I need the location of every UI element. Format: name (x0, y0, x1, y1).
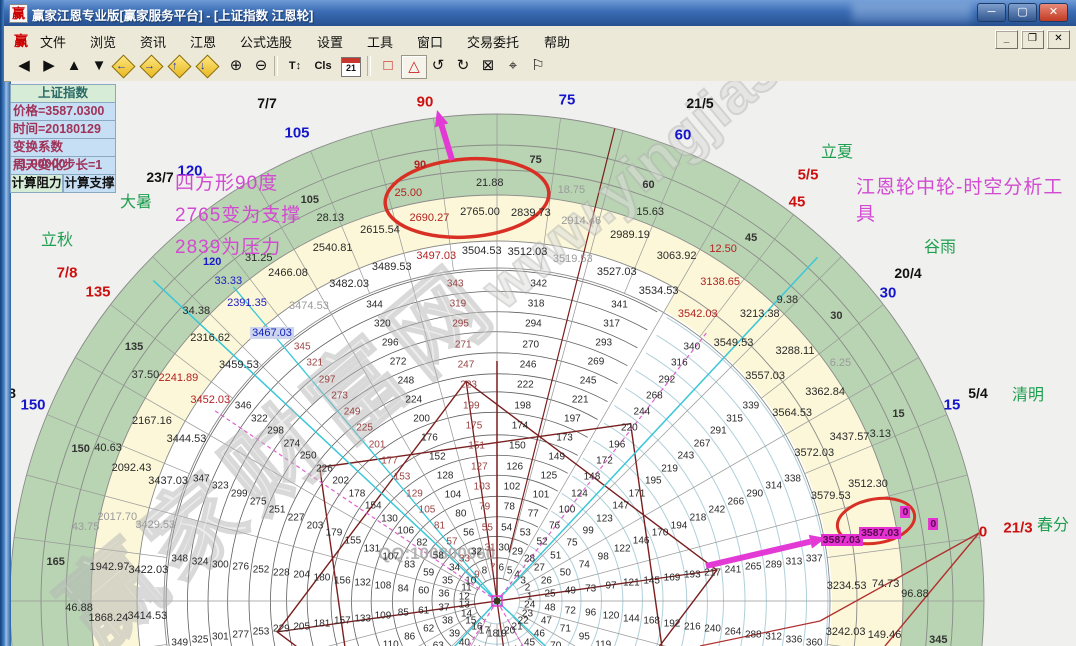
time-field[interactable]: 时间=20180129 (10, 121, 116, 139)
tool-title: 江恩轮中轮-时空分析工具 (856, 172, 1076, 226)
app-icon: 赢 (9, 4, 28, 23)
rotate-ccw-button[interactable]: ↺ (426, 55, 450, 77)
wheel-outside-label: 15 (944, 397, 961, 414)
wheel-outside-label: 75 (559, 92, 576, 109)
back-button[interactable]: ◀ (12, 55, 36, 77)
blurred-region (852, 2, 972, 22)
solar-term-label: 大暑 (120, 188, 152, 212)
annotation-line-3: 2839为压力 (175, 232, 281, 259)
diamond-down-button[interactable]: ↓ (195, 54, 219, 78)
menu-item-9[interactable]: 帮助 (544, 32, 570, 51)
title-bar: 赢 赢家江恩专业版[赢家服务平台] - [上证指数 江恩轮] ─▢✕ (4, 0, 1076, 27)
gann-wheel-chart: 赢家财富网www.yingjia360.com QQ:100800960 123… (11, 81, 1076, 646)
panel-header: 上证指数 (10, 84, 116, 103)
toolbar: ◀▶▲▼←→↑↓⊕⊖ T↕Cls 21 □△↺↻⊠⌖⚐ (4, 52, 1076, 82)
calendar-button[interactable]: 21 (341, 57, 361, 77)
menu-bar: 赢 文件 浏览 资讯 江恩 公式选股 设置 工具 窗口 交易委托 帮助 _❐✕ (4, 26, 1076, 53)
wheel-outside-label: 7/7 (257, 95, 276, 111)
cls-button[interactable]: Cls (311, 55, 335, 77)
square-tool-button[interactable]: □ (376, 55, 400, 77)
coefficient-field[interactable]: 变换系数=1.00000 (10, 139, 116, 157)
wheel-outside-label: 90 (417, 94, 434, 111)
boxed-x-button[interactable]: ⊠ (476, 55, 500, 77)
window-title: 赢家江恩专业版[赢家服务平台] - [上证指数 江恩轮] (32, 5, 313, 24)
solar-term-label: 小满 (684, 81, 716, 84)
mdi-restore-button[interactable]: ❐ (1021, 30, 1044, 49)
menu-item-8[interactable]: 交易委托 (467, 32, 519, 51)
wheel-outside-label: 8 (11, 385, 16, 401)
mdi-minimize-button[interactable]: _ (995, 30, 1018, 49)
menu-item-2[interactable]: 资讯 (140, 32, 166, 51)
diamond-up-button[interactable]: ↑ (167, 54, 191, 78)
wheel-outside-label: 105 (284, 125, 309, 142)
rotate-cw-button[interactable]: ↻ (451, 55, 475, 77)
solar-term-label: 立夏 (821, 138, 853, 162)
solar-term-label: 立秋 (41, 226, 73, 250)
step-field[interactable]: 周天变化步长=1 (10, 157, 116, 175)
calc-resistance-button[interactable]: 计算阻力 (10, 175, 63, 193)
target-button[interactable]: ⌖ (501, 55, 525, 77)
diamond-left-button[interactable]: ← (111, 54, 135, 78)
wheel-outside-label: 0 (979, 524, 987, 541)
wheel-outside-label: 150 (20, 397, 45, 414)
wheel-outside-label: 23/7 (146, 169, 173, 185)
menu-item-3[interactable]: 江恩 (190, 32, 216, 51)
app-window: 赢 赢家江恩专业版[赢家服务平台] - [上证指数 江恩轮] ─▢✕ 赢 文件浏… (0, 0, 1076, 646)
zoom-out-button[interactable]: ⊖ (249, 55, 273, 77)
mdi-controls: _❐✕ (995, 30, 1070, 49)
wheel-outside-label: 5/5 (798, 167, 819, 184)
pointer-down-button[interactable]: ▼ (87, 55, 111, 77)
index-info-panel: 上证指数 价格=3587.0300 时间=20180129 变换系数=1.000… (10, 84, 116, 193)
solar-term-label: 谷雨 (924, 233, 956, 257)
flag-button[interactable]: ⚐ (526, 55, 550, 77)
wheel-outside-label: 20/4 (894, 265, 921, 281)
t-scale-button[interactable]: T↕ (283, 55, 307, 77)
solar-term-label: 清明 (1012, 381, 1044, 405)
wheel-outside-label: 135 (85, 284, 110, 301)
wheel-outside-label: 45 (789, 194, 806, 211)
toolbar-separator (367, 56, 371, 76)
menu-item-6[interactable]: 工具 (367, 32, 393, 51)
qq-watermark: QQ:100800960 (378, 544, 495, 564)
calc-support-button[interactable]: 计算支撑 (63, 175, 116, 193)
wheel-outside-label: 21/3 (1003, 520, 1032, 537)
triangle-tool-button[interactable]: △ (401, 55, 427, 79)
solar-term-label: 春分 (1037, 511, 1069, 535)
forward-button[interactable]: ▶ (37, 55, 61, 77)
wheel-outside-label: 60 (675, 127, 692, 144)
annotation-line-2: 2765变为支撑 (175, 200, 301, 227)
wheel-outside-label: 21/5 (686, 95, 713, 111)
minimize-button[interactable]: ─ (977, 3, 1006, 22)
gann-wheel-graphic (11, 81, 1076, 646)
pointer-up-button[interactable]: ▲ (62, 55, 86, 77)
annotation-line-1: 四方形90度 (175, 168, 278, 195)
window-controls: ─▢✕ (977, 3, 1068, 22)
toolbar-separator (274, 56, 278, 76)
close-button[interactable]: ✕ (1039, 3, 1068, 22)
wheel-outside-label: 7/8 (57, 265, 78, 282)
price-field[interactable]: 价格=3587.0300 (10, 103, 116, 121)
menu-logo: 赢 (14, 31, 28, 51)
menu-item-5[interactable]: 设置 (317, 32, 343, 51)
mdi-close-button[interactable]: ✕ (1047, 30, 1070, 49)
diamond-right-button[interactable]: → (139, 54, 163, 78)
menu-item-4[interactable]: 公式选股 (240, 32, 292, 51)
wheel-outside-label: 5/4 (968, 385, 987, 401)
menu-item-0[interactable]: 文件 (40, 32, 66, 51)
zoom-in-button[interactable]: ⊕ (224, 55, 248, 77)
wheel-outside-label: 30 (880, 285, 897, 302)
maximize-button[interactable]: ▢ (1008, 3, 1037, 22)
menu-item-7[interactable]: 窗口 (417, 32, 443, 51)
menu-item-1[interactable]: 浏览 (90, 32, 116, 51)
